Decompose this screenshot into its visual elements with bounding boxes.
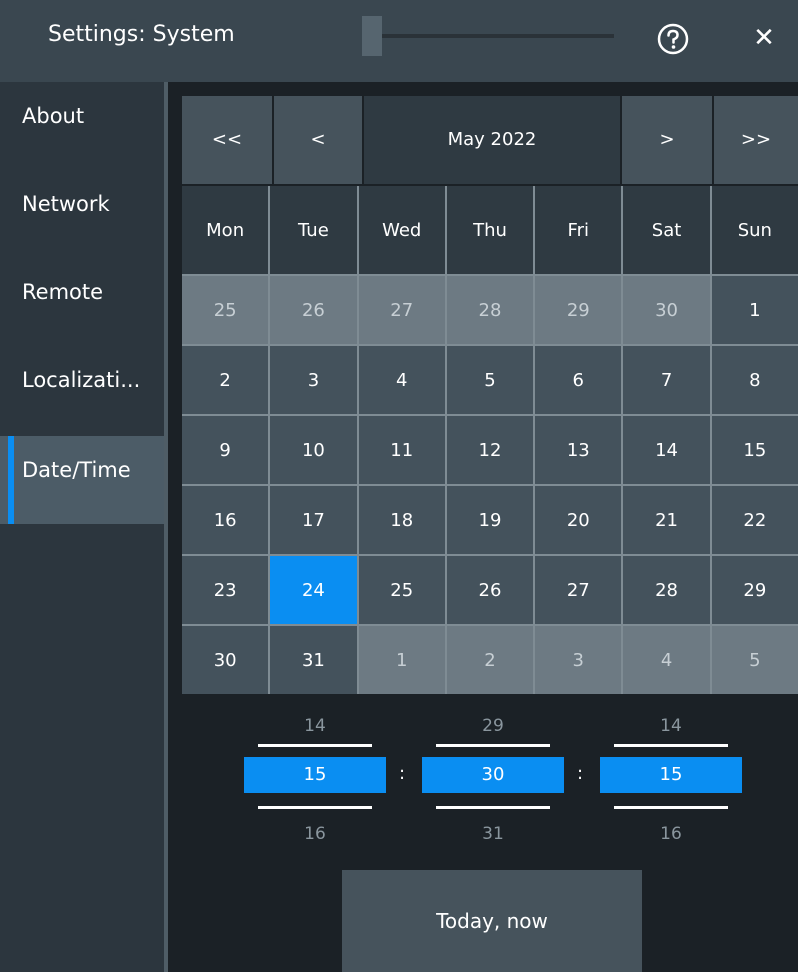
- second-selected-value[interactable]: 15: [600, 757, 742, 793]
- day-cell[interactable]: 23: [182, 556, 269, 624]
- prev-month-button[interactable]: <: [274, 96, 362, 184]
- picker-line-bottom: [436, 806, 550, 809]
- day-cell-other-month[interactable]: 2: [446, 626, 534, 694]
- picker-line-bottom: [614, 806, 728, 809]
- day-cell-other-month[interactable]: 3: [535, 626, 622, 694]
- day-cell[interactable]: 20: [535, 486, 622, 554]
- day-cell[interactable]: 16: [182, 486, 269, 554]
- picker-line-bottom: [258, 806, 372, 809]
- day-cell-other-month[interactable]: 29: [535, 276, 622, 344]
- day-cell[interactable]: 17: [270, 486, 357, 554]
- day-cell[interactable]: 26: [446, 556, 534, 624]
- weekday-header: Wed: [358, 186, 445, 274]
- next-month-button[interactable]: >: [622, 96, 712, 184]
- day-cell[interactable]: 12: [446, 416, 534, 484]
- title-bar: Settings: System ✕: [0, 0, 798, 82]
- month-label: May 2022: [364, 96, 620, 184]
- help-button[interactable]: [656, 22, 690, 56]
- weekday-header: Sun: [711, 186, 798, 274]
- minute-prev-value[interactable]: 29: [422, 716, 564, 736]
- day-cell[interactable]: 21: [623, 486, 710, 554]
- day-cell[interactable]: 28: [623, 556, 710, 624]
- prev-year-button[interactable]: <<: [182, 96, 272, 184]
- sidebar-item-label: Network: [22, 192, 110, 216]
- day-cell[interactable]: 29: [711, 556, 798, 624]
- sidebar-item-about[interactable]: About: [0, 82, 164, 170]
- time-separator: :: [399, 763, 406, 784]
- second-prev-value[interactable]: 14: [600, 716, 742, 736]
- day-cell[interactable]: 25: [358, 556, 445, 624]
- today-now-button[interactable]: Today, now: [342, 870, 642, 972]
- day-cell[interactable]: 3: [270, 346, 357, 414]
- picker-line-top: [436, 744, 550, 747]
- day-cell[interactable]: 15: [711, 416, 798, 484]
- calendar-grid: Mon Tue Wed Thu Fri Sat Sun 25 26 27 28 …: [182, 186, 798, 694]
- weekday-header: Fri: [535, 186, 622, 274]
- day-cell[interactable]: 14: [623, 416, 710, 484]
- day-cell-other-month[interactable]: 26: [270, 276, 357, 344]
- scroll-track[interactable]: [362, 34, 614, 38]
- day-cell[interactable]: 19: [446, 486, 534, 554]
- day-cell[interactable]: 7: [623, 346, 710, 414]
- weekday-header: Mon: [182, 186, 269, 274]
- day-cell-other-month[interactable]: 27: [358, 276, 445, 344]
- weekday-header: Tue: [270, 186, 357, 274]
- second-picker[interactable]: 14 15 16: [600, 700, 742, 850]
- sidebar-item-localization[interactable]: Localizati...: [0, 346, 164, 434]
- minute-picker[interactable]: 29 30 31: [422, 700, 564, 850]
- minute-selected-value[interactable]: 30: [422, 757, 564, 793]
- hour-prev-value[interactable]: 14: [244, 716, 386, 736]
- day-cell[interactable]: 2: [182, 346, 269, 414]
- day-cell-other-month[interactable]: 25: [182, 276, 269, 344]
- day-cell-selected[interactable]: 24: [270, 556, 357, 624]
- day-cell[interactable]: 13: [535, 416, 622, 484]
- day-cell-other-month[interactable]: 4: [623, 626, 710, 694]
- sidebar-item-label: Remote: [22, 280, 104, 304]
- day-cell-other-month[interactable]: 28: [446, 276, 534, 344]
- sidebar-item-label: Date/Time: [22, 458, 131, 482]
- day-cell[interactable]: 22: [711, 486, 798, 554]
- close-button[interactable]: ✕: [748, 20, 780, 56]
- day-cell[interactable]: 1: [711, 276, 798, 344]
- day-cell[interactable]: 18: [358, 486, 445, 554]
- time-separator: :: [577, 763, 584, 784]
- day-cell[interactable]: 27: [535, 556, 622, 624]
- sidebar-item-network[interactable]: Network: [0, 170, 164, 258]
- picker-line-top: [258, 744, 372, 747]
- weekday-header: Thu: [446, 186, 534, 274]
- sidebar: About Network Remote Localizati... Date/…: [0, 82, 164, 972]
- day-cell[interactable]: 30: [182, 626, 269, 694]
- help-circle-icon: [657, 23, 689, 55]
- window-title: Settings: System: [48, 22, 235, 47]
- sidebar-item-label: About: [22, 104, 85, 128]
- sidebar-item-remote[interactable]: Remote: [0, 258, 164, 346]
- weekday-header: Sat: [623, 186, 710, 274]
- sidebar-item-date-time[interactable]: Date/Time: [0, 436, 164, 524]
- day-cell[interactable]: 31: [270, 626, 357, 694]
- day-cell-other-month[interactable]: 1: [358, 626, 445, 694]
- sidebar-item-label: Localizati...: [22, 368, 141, 392]
- close-icon: ✕: [753, 23, 775, 53]
- day-cell[interactable]: 6: [535, 346, 622, 414]
- hour-next-value[interactable]: 16: [244, 824, 386, 844]
- day-cell[interactable]: 8: [711, 346, 798, 414]
- hour-selected-value[interactable]: 15: [244, 757, 386, 793]
- day-cell-other-month[interactable]: 5: [711, 626, 798, 694]
- scroll-thumb[interactable]: [362, 16, 382, 56]
- hour-picker[interactable]: 14 15 16: [244, 700, 386, 850]
- next-year-button[interactable]: >>: [714, 96, 798, 184]
- day-cell-other-month[interactable]: 30: [623, 276, 710, 344]
- second-next-value[interactable]: 16: [600, 824, 742, 844]
- day-cell[interactable]: 9: [182, 416, 269, 484]
- minute-next-value[interactable]: 31: [422, 824, 564, 844]
- day-cell[interactable]: 10: [270, 416, 357, 484]
- day-cell[interactable]: 4: [358, 346, 445, 414]
- day-cell[interactable]: 5: [446, 346, 534, 414]
- picker-line-top: [614, 744, 728, 747]
- day-cell[interactable]: 11: [358, 416, 445, 484]
